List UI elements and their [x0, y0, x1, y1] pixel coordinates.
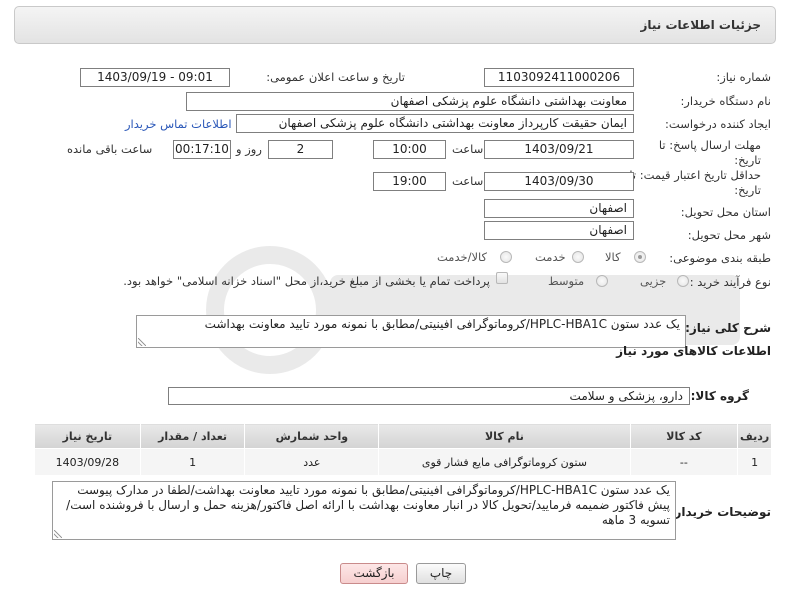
table-header-row: ردیف کد کالا نام کالا واحد شمارش تعداد /… — [34, 423, 772, 449]
goods-section-title: اطلاعات کالاهای مورد نیاز — [616, 344, 771, 358]
announce-field: 1403/09/19 - 09:01 — [80, 68, 230, 87]
category-radio-service[interactable] — [572, 251, 584, 263]
col-unit: واحد شمارش — [244, 423, 380, 449]
col-quantity: تعداد / مقدار — [139, 423, 246, 449]
province-label: استان محل تحویل: — [680, 205, 771, 219]
category-label: طبقه بندی موضوعی: — [669, 251, 771, 265]
goods-group-label: گروه کالا: — [690, 389, 749, 403]
col-row-number: ردیف — [737, 423, 772, 449]
cell-quantity: 1 — [139, 448, 246, 476]
buyer-notes-label: توضیحات خریدار: — [669, 505, 771, 519]
items-table: ردیف کد کالا نام کالا واحد شمارش تعداد /… — [34, 423, 772, 476]
need-number-label: شماره نیاز: — [716, 70, 771, 84]
resize-handle-icon[interactable] — [54, 530, 62, 538]
reply-time-field: 10:00 — [373, 140, 446, 159]
cell-row-number: 1 — [737, 448, 772, 476]
requester-label: ایجاد کننده درخواست: — [665, 117, 771, 131]
table-row: 1 -- ستون کروماتوگرافی مایع فشار قوی عدد… — [34, 448, 772, 476]
treasury-payment-note: پرداخت تمام یا بخشی از مبلغ خرید،از محل … — [123, 274, 490, 288]
goods-group-field: دارو، پزشکی و سلامت — [168, 387, 690, 405]
reply-days-field: 2 — [268, 140, 333, 159]
panel-title: جزئیات اطلاعات نیاز — [640, 18, 761, 32]
purchase-radio-minor[interactable] — [677, 275, 689, 287]
category-radio-goods-service[interactable] — [500, 251, 512, 263]
cell-need-date: 1403/09/28 — [34, 448, 141, 476]
purchase-radio-medium[interactable] — [596, 275, 608, 287]
price-validity-label: حداقل تاریخ اعتبار قیمت: تا تاریخ: — [629, 168, 761, 197]
purchase-option-minor: جزیی — [640, 274, 667, 288]
summary-label: شرح کلی نیاز: — [685, 321, 771, 335]
city-label: شهر محل تحویل: — [687, 228, 771, 242]
price-validity-date-field: 1403/09/30 — [484, 172, 634, 191]
buyer-org-label: نام دستگاه خریدار: — [680, 94, 771, 108]
col-need-date: تاریخ نیاز — [34, 423, 141, 449]
need-number-field: 1103092411000206 — [484, 68, 634, 87]
buyer-org-field: معاونت بهداشتی دانشگاه علوم پزشکی اصفهان — [186, 92, 634, 111]
summary-textarea[interactable]: یک عدد ستون HPLC-HBA1C/کروماتوگرافی افین… — [136, 315, 686, 348]
reply-days-label: روز و — [236, 142, 262, 156]
buyer-contact-link[interactable]: اطلاعات تماس خریدار — [125, 117, 232, 131]
buyer-notes-text: یک عدد ستون HPLC-HBA1C/کروماتوگرافی افین… — [66, 483, 670, 527]
cell-item-name: ستون کروماتوگرافی مایع فشار قوی — [378, 448, 631, 476]
reply-deadline-label: مهلت ارسال پاسخ: تا تاریخ: — [658, 138, 761, 167]
remaining-time-field: 00:17:10 — [173, 140, 231, 159]
reply-time-label: ساعت — [452, 142, 484, 156]
province-field: اصفهان — [484, 199, 634, 218]
reply-date-field: 1403/09/21 — [484, 140, 634, 159]
resize-handle-icon[interactable] — [138, 338, 146, 346]
cell-unit: عدد — [244, 448, 380, 476]
summary-text: یک عدد ستون HPLC-HBA1C/کروماتوگرافی افین… — [204, 317, 680, 331]
buyer-notes-textarea[interactable]: یک عدد ستون HPLC-HBA1C/کروماتوگرافی افین… — [52, 481, 676, 540]
city-field: اصفهان — [484, 221, 634, 240]
price-validity-time-label: ساعت — [452, 174, 484, 188]
price-validity-time-field: 19:00 — [373, 172, 446, 191]
requester-field: ایمان حقیقت کارپرداز معاونت بهداشتی دانش… — [236, 114, 634, 133]
purchase-option-medium: متوسط — [548, 274, 585, 288]
category-option-service: خدمت — [535, 250, 566, 264]
col-item-code: کد کالا — [629, 423, 739, 449]
category-option-goods-service: کالا/خدمت — [437, 250, 488, 264]
category-option-goods: کالا — [605, 250, 621, 264]
cell-item-code: -- — [629, 448, 739, 476]
announce-label: تاریخ و ساعت اعلان عمومی: — [266, 70, 405, 84]
purchase-type-label: نوع فرآیند خرید : — [689, 275, 771, 289]
back-button[interactable]: بازگشت — [340, 563, 408, 584]
treasury-payment-checkbox[interactable] — [496, 272, 508, 284]
category-radio-goods[interactable] — [634, 251, 646, 263]
remaining-label: ساعت باقی مانده — [67, 142, 153, 156]
print-button[interactable]: چاپ — [416, 563, 466, 584]
col-item-name: نام کالا — [378, 423, 631, 449]
header-panel: جزئیات اطلاعات نیاز — [14, 6, 776, 44]
